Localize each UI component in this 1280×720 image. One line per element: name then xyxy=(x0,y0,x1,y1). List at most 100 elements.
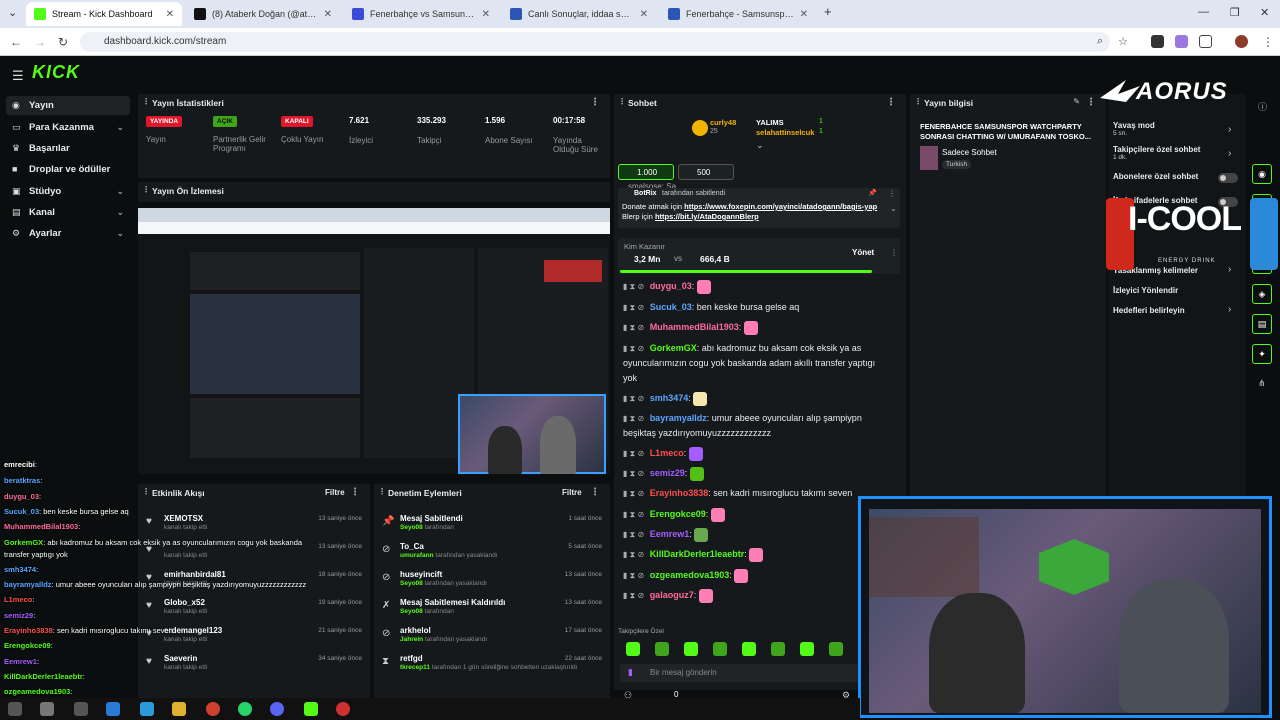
gifter-name[interactable]: selahattinselcuk xyxy=(756,128,814,137)
setting-raid[interactable]: İzleyici Yönlendir xyxy=(1113,286,1178,295)
drag-handle-icon[interactable]: ⋮ xyxy=(142,97,150,106)
sidebar-item-channel[interactable]: ▤ Kanal ⌄ xyxy=(6,203,130,222)
chat-username[interactable]: smh3474 xyxy=(650,393,689,403)
extension-icon[interactable] xyxy=(1151,35,1164,48)
points-pill-1000[interactable]: 1.000 xyxy=(618,164,674,180)
drag-handle-icon[interactable]: ⋮ xyxy=(142,487,150,496)
sidebar-item-drops[interactable]: ■ Droplar ve ödüller xyxy=(6,160,130,179)
emote-icon[interactable] xyxy=(626,642,640,656)
close-tab-icon[interactable]: ✕ xyxy=(800,9,808,20)
restore-icon[interactable]: ❐ xyxy=(1230,6,1240,19)
chat-username[interactable]: galaoguz7 xyxy=(650,590,694,600)
chat-username[interactable]: MuhammedBilal1903 xyxy=(650,322,739,332)
sidebar-item-monetization[interactable]: ▭ Para Kazanma ⌄ xyxy=(6,118,130,137)
chat-username[interactable]: ozgeamedova1903 xyxy=(650,570,730,580)
emote-icon[interactable] xyxy=(742,642,756,656)
emote-icon[interactable] xyxy=(713,642,727,656)
blerp-link[interactable]: https://bit.ly/AtaDogannBlerp xyxy=(655,212,759,221)
window-close-icon[interactable]: ✕ xyxy=(1260,6,1269,19)
moderator-name[interactable]: Seyo08 xyxy=(400,608,423,615)
tab-search-icon[interactable]: ⌄ xyxy=(8,6,17,19)
setting-slow-mode[interactable]: Yavaş mod 5 sn. xyxy=(1113,121,1155,137)
sidebar-item-stream[interactable]: ◉ Yayın xyxy=(6,96,130,115)
setting-goals[interactable]: Hedefleri belirleyin xyxy=(1113,306,1185,315)
rail-camera-icon[interactable]: ◉ xyxy=(1252,164,1272,184)
close-tab-icon[interactable]: ✕ xyxy=(482,9,490,20)
chevron-right-icon[interactable]: › xyxy=(1228,148,1231,159)
extension-icon[interactable] xyxy=(1175,35,1188,48)
gifter-name[interactable]: YALIMS xyxy=(756,118,784,127)
subscribers-only-toggle[interactable] xyxy=(1218,173,1238,183)
bookmark-star-icon[interactable]: ☆ xyxy=(1118,35,1128,48)
emote-icon[interactable] xyxy=(771,642,785,656)
chat-username[interactable]: Sucuk_03 xyxy=(650,302,692,312)
browser-menu-icon[interactable]: ⋮ xyxy=(1262,35,1274,49)
close-tab-icon[interactable]: ✕ xyxy=(324,9,332,20)
share-icon[interactable]: ⋔ xyxy=(1258,378,1266,389)
drag-handle-icon[interactable]: ⋮ xyxy=(142,185,150,194)
kick-logo[interactable]: KICK xyxy=(32,62,80,83)
close-tab-icon[interactable]: ✕ xyxy=(166,9,174,20)
manage-prediction-button[interactable]: Yönet xyxy=(852,248,874,257)
drag-handle-icon[interactable]: ⋮ xyxy=(914,97,922,106)
sidebar-item-settings[interactable]: ⚙ Ayarlar ⌄ xyxy=(6,224,130,243)
back-icon[interactable]: ← xyxy=(10,35,22,49)
category-thumbnail[interactable] xyxy=(920,146,938,170)
filter-button[interactable]: Filtre xyxy=(325,488,345,497)
chat-username[interactable]: duygu_03 xyxy=(650,281,692,291)
rail-tools-icon[interactable]: ✦ xyxy=(1252,344,1272,364)
emote-icon[interactable] xyxy=(684,642,698,656)
new-tab-icon[interactable]: + xyxy=(824,4,832,19)
forward-icon[interactable]: → xyxy=(34,35,46,49)
sidebar-item-achievements[interactable]: ♛ Başarılar xyxy=(6,139,130,158)
emote-icon[interactable] xyxy=(655,642,669,656)
menu-hamburger-icon[interactable]: ☰ xyxy=(12,68,24,84)
chevron-right-icon[interactable]: › xyxy=(1228,124,1231,135)
chevron-down-icon[interactable]: ⌄ xyxy=(756,140,764,151)
stream-category[interactable]: Sadece Sohbet xyxy=(942,148,997,157)
tab-kick-dashboard[interactable]: Stream - Kick Dashboard ✕ xyxy=(26,2,182,26)
points-pill-500[interactable]: 500 xyxy=(678,164,734,180)
pinned-author[interactable]: BotRix xyxy=(634,190,657,197)
rail-broadcast-icon[interactable]: ◈ xyxy=(1252,284,1272,304)
stream-preview-video[interactable] xyxy=(138,208,610,474)
profile-avatar[interactable] xyxy=(1235,35,1248,48)
chat-input[interactable]: ▮ Bir mesaj gönderin xyxy=(620,664,868,682)
moderator-name[interactable]: umurafann xyxy=(400,552,434,559)
activity-user[interactable]: Saeverin xyxy=(164,654,197,663)
more-options-icon[interactable]: ⋮ xyxy=(890,248,898,257)
moderator-name[interactable]: Seyo08 xyxy=(400,580,423,587)
info-icon[interactable]: ⓘ xyxy=(1258,100,1267,113)
drag-handle-icon[interactable]: ⋮ xyxy=(378,487,386,496)
activity-user[interactable]: emirhanbirdal81 xyxy=(164,570,226,579)
zoom-icon[interactable]: ⌕ xyxy=(1097,35,1103,48)
extensions-puzzle-icon[interactable] xyxy=(1199,35,1212,48)
more-options-icon[interactable]: ⋮ xyxy=(886,97,896,108)
chevron-right-icon[interactable]: › xyxy=(1228,304,1231,315)
filter-button[interactable]: Filtre xyxy=(562,488,582,497)
more-options-icon[interactable]: ⋮ xyxy=(350,487,360,498)
chat-username[interactable]: bayramyalldz xyxy=(650,413,707,423)
moderator-name[interactable]: Jahrein xyxy=(400,636,423,643)
more-options-icon[interactable]: ⋮ xyxy=(590,97,600,108)
chat-username[interactable]: Erayinho3838 xyxy=(650,488,709,498)
setting-followers-only[interactable]: Takipçilere özel sohbet 1 dk. xyxy=(1113,145,1200,161)
chevron-down-icon[interactable]: ⌄ xyxy=(890,204,897,213)
emote-icon[interactable] xyxy=(829,642,843,656)
chevron-right-icon[interactable]: › xyxy=(1228,264,1231,275)
sidebar-item-studio[interactable]: ▣ Stüdyo ⌄ xyxy=(6,182,130,201)
activity-user[interactable]: XEMOTSX xyxy=(164,514,203,523)
chat-username[interactable]: Eemrew1 xyxy=(650,529,690,539)
chat-username[interactable]: semiz29 xyxy=(650,468,685,478)
pin-icon[interactable]: 📌 xyxy=(868,189,877,197)
chat-username[interactable]: KillDarkDerler1leaebtr xyxy=(650,549,745,559)
more-options-icon[interactable]: ⋮ xyxy=(888,189,896,198)
chat-username[interactable]: L1meco xyxy=(650,448,684,458)
donate-link[interactable]: https://www.foxepin.com/yayinci/atadogan… xyxy=(684,202,877,211)
reload-icon[interactable]: ↻ xyxy=(58,35,68,49)
activity-user[interactable]: Globo_x52 xyxy=(164,598,205,607)
moderator-name[interactable]: Seyo08 xyxy=(400,524,423,531)
chat-username[interactable]: GorkemGX xyxy=(650,343,697,353)
minimize-icon[interactable]: — xyxy=(1198,6,1209,18)
top-gifter-name[interactable]: curly48 xyxy=(710,118,736,127)
